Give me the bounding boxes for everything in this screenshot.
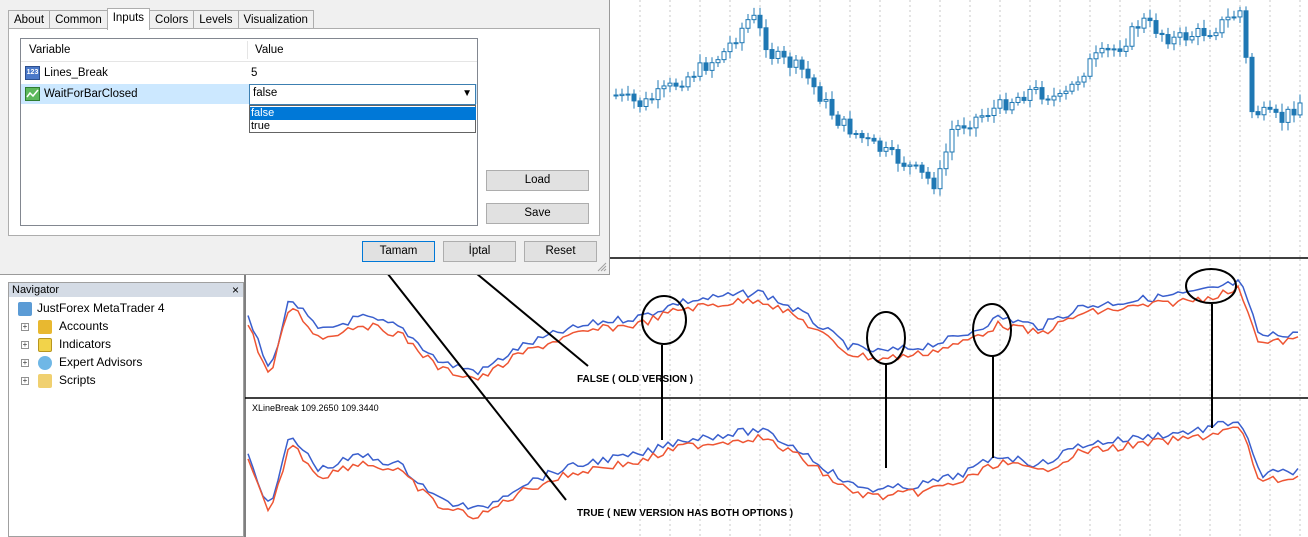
- navigator-item-expert-advisors[interactable]: Expert Advisors: [59, 353, 142, 371]
- value-dropdown[interactable]: false ▼: [249, 84, 476, 105]
- terminal-icon: [18, 302, 32, 316]
- candlestick-series: [613, 6, 1303, 196]
- param-name: Lines_Break: [44, 67, 108, 79]
- save-button[interactable]: Save: [486, 203, 589, 224]
- navigator-title: Navigator ×: [9, 283, 243, 297]
- tab-visualization[interactable]: Visualization: [237, 10, 314, 29]
- param-name: WaitForBarClosed: [44, 88, 138, 100]
- close-icon[interactable]: ×: [232, 283, 239, 297]
- dropdown-list: false true: [249, 105, 476, 133]
- dropdown-option-false[interactable]: false: [250, 107, 476, 120]
- dropdown-option-true[interactable]: true: [250, 120, 476, 133]
- resize-grip-icon[interactable]: [597, 262, 607, 272]
- chevron-down-icon[interactable]: ▼: [462, 88, 472, 99]
- tab-levels[interactable]: Levels: [193, 10, 239, 29]
- scripts-icon: [38, 374, 52, 388]
- chart-grid: [639, 0, 1301, 537]
- expand-icon[interactable]: +: [21, 359, 29, 367]
- indicator-pane-new: [247, 420, 1299, 520]
- column-value: Value: [255, 44, 284, 56]
- ok-button[interactable]: Tamam: [362, 241, 435, 262]
- navigator-panel: Navigator × JustForex MetaTrader 4 + Acc…: [8, 282, 244, 537]
- column-variable: Variable: [29, 44, 71, 56]
- param-value[interactable]: 5: [251, 63, 257, 83]
- expand-icon[interactable]: +: [21, 323, 29, 331]
- annotation-false: FALSE ( OLD VERSION ): [577, 374, 694, 385]
- indicators-icon: [38, 338, 52, 352]
- indicator-properties-dialog: About Common Inputs Colors Levels Visual…: [0, 0, 610, 275]
- tab-inputs[interactable]: Inputs: [106, 8, 151, 30]
- navigator-item-indicators[interactable]: Indicators: [59, 335, 111, 353]
- cancel-button[interactable]: İptal: [443, 241, 516, 262]
- tab-about[interactable]: About: [8, 10, 51, 29]
- accounts-icon: [38, 320, 52, 334]
- navigator-item-scripts[interactable]: Scripts: [59, 371, 96, 389]
- indicator-label: XLineBreak 109.2650 109.3440: [252, 403, 379, 413]
- param-row-lines-break[interactable]: 123 Lines_Break 5: [21, 63, 477, 83]
- expand-icon[interactable]: +: [21, 377, 29, 385]
- dropdown-selected-value: false: [253, 87, 278, 99]
- boolean-param-icon: [25, 87, 40, 101]
- tab-bar: About Common Inputs Colors Levels Visual…: [8, 8, 314, 30]
- tab-common[interactable]: Common: [49, 10, 108, 29]
- tab-colors[interactable]: Colors: [149, 10, 195, 29]
- expert-advisors-icon: [38, 356, 52, 370]
- integer-param-icon: 123: [25, 66, 40, 80]
- load-button[interactable]: Load: [486, 170, 589, 191]
- annotation-true: TRUE ( NEW VERSION HAS BOTH OPTIONS ): [577, 508, 794, 519]
- reset-button[interactable]: Reset: [524, 241, 597, 262]
- navigator-root[interactable]: JustForex MetaTrader 4: [37, 299, 165, 317]
- navigator-item-accounts[interactable]: Accounts: [59, 317, 108, 335]
- grid-header: Variable Value: [21, 39, 477, 62]
- expand-icon[interactable]: +: [21, 341, 29, 349]
